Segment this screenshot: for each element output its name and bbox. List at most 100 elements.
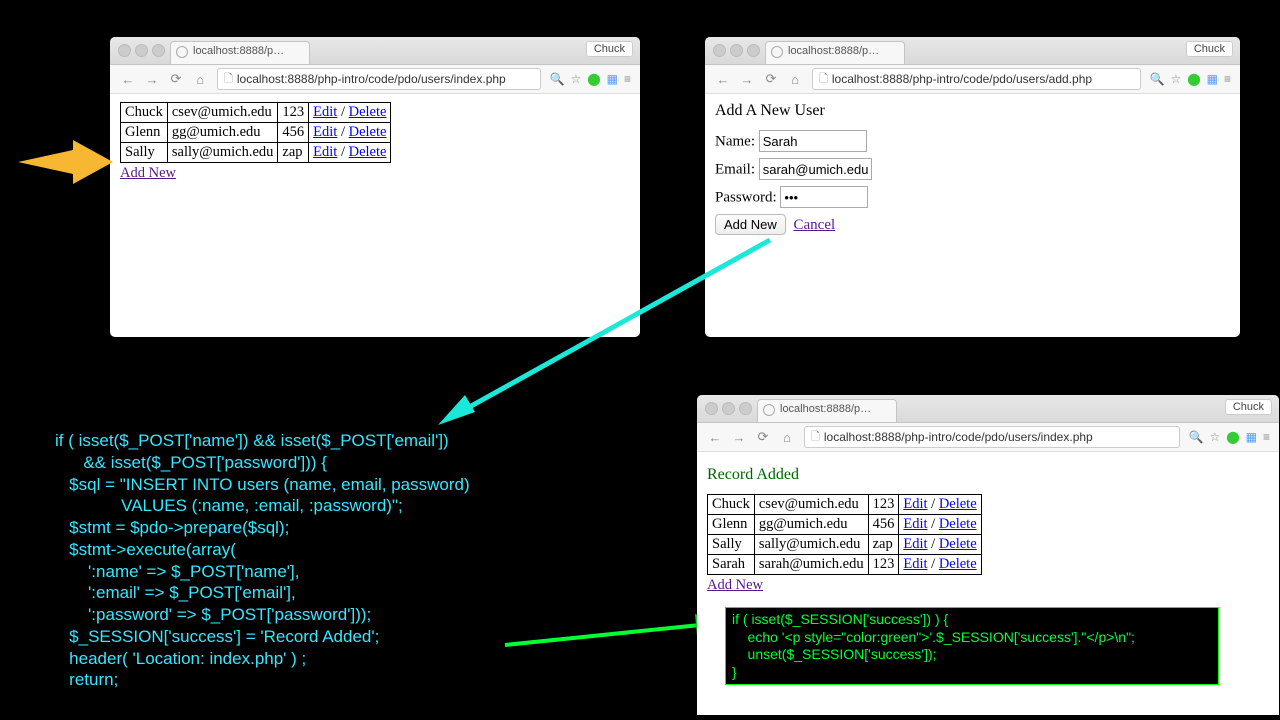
menu-icon[interactable]: ≡ bbox=[1263, 430, 1270, 444]
ext-icon[interactable]: ⬤ bbox=[587, 72, 600, 86]
cell-email: sally@umich.edu bbox=[167, 143, 278, 163]
edit-link[interactable]: Edit bbox=[903, 536, 927, 552]
cell-actions: Edit / Delete bbox=[899, 535, 981, 555]
toolbar-right: 🔍 ☆ ⬤ ▦ ≡ bbox=[546, 72, 634, 86]
cell-pw: 456 bbox=[278, 123, 309, 143]
traffic-lights[interactable] bbox=[705, 402, 756, 420]
star-icon[interactable]: ☆ bbox=[570, 72, 581, 86]
forward-icon[interactable]: → bbox=[144, 71, 160, 87]
forward-icon[interactable]: → bbox=[731, 429, 747, 445]
name-label: Name: bbox=[715, 134, 755, 150]
add-new-link[interactable]: Add New bbox=[707, 577, 763, 593]
reload-icon[interactable]: ⟳ bbox=[168, 71, 184, 87]
profile-button[interactable]: Chuck bbox=[1186, 41, 1233, 57]
back-icon[interactable]: ← bbox=[120, 71, 136, 87]
cell-pw: 123 bbox=[868, 495, 899, 515]
ext2-icon[interactable]: ▦ bbox=[607, 72, 618, 86]
cell-actions: Edit / Delete bbox=[899, 515, 981, 535]
home-icon[interactable]: ⌂ bbox=[779, 429, 795, 445]
traffic-lights[interactable] bbox=[118, 44, 169, 62]
delete-link[interactable]: Delete bbox=[939, 496, 977, 512]
page-content: Add A New User Name: Email: Password: Ad… bbox=[705, 94, 1240, 249]
cell-email: sally@umich.edu bbox=[754, 535, 868, 555]
submit-button[interactable]: Add New bbox=[715, 214, 786, 235]
cell-actions: Edit / Delete bbox=[309, 143, 391, 163]
yellow-arrow-icon bbox=[18, 140, 113, 185]
cell-name: Glenn bbox=[708, 515, 755, 535]
search-icon[interactable]: 🔍 bbox=[1188, 430, 1203, 444]
table-row: Glenngg@umich.edu456Edit / Delete bbox=[708, 515, 982, 535]
browser-tab[interactable]: localhost:8888/php-intr... bbox=[757, 399, 897, 422]
profile-button[interactable]: Chuck bbox=[586, 41, 633, 57]
cell-actions: Edit / Delete bbox=[309, 123, 391, 143]
browser-index-before: localhost:8888/php-intr... Chuck ← → ⟳ ⌂… bbox=[110, 37, 640, 337]
users-table: Chuckcsev@umich.edu123Edit / DeleteGlenn… bbox=[707, 494, 982, 575]
ext-icon[interactable]: ⬤ bbox=[1226, 430, 1239, 444]
edit-link[interactable]: Edit bbox=[903, 516, 927, 532]
ext-icon[interactable]: ⬤ bbox=[1187, 72, 1200, 86]
reload-icon[interactable]: ⟳ bbox=[755, 429, 771, 445]
php-session-code: if ( isset($_SESSION['success']) ) { ech… bbox=[732, 611, 1212, 681]
home-icon[interactable]: ⌂ bbox=[192, 71, 208, 87]
search-icon[interactable]: 🔍 bbox=[1149, 72, 1164, 86]
table-row: Sallysally@umich.eduzapEdit / Delete bbox=[708, 535, 982, 555]
browser-add-form: localhost:8888/php-intr... Chuck ← → ⟳ ⌂… bbox=[705, 37, 1240, 337]
add-new-link[interactable]: Add New bbox=[120, 165, 176, 181]
url-input[interactable]: 🗋localhost:8888/php-intro/code/pdo/users… bbox=[217, 68, 541, 90]
delete-link[interactable]: Delete bbox=[349, 104, 387, 120]
delete-link[interactable]: Delete bbox=[939, 516, 977, 532]
edit-link[interactable]: Edit bbox=[903, 496, 927, 512]
cell-name: Glenn bbox=[121, 123, 168, 143]
cell-pw: 456 bbox=[868, 515, 899, 535]
menu-icon[interactable]: ≡ bbox=[1224, 72, 1231, 86]
edit-link[interactable]: Edit bbox=[313, 124, 337, 140]
cell-name: Chuck bbox=[121, 103, 168, 123]
ext2-icon[interactable]: ▦ bbox=[1207, 72, 1218, 86]
cell-email: gg@umich.edu bbox=[754, 515, 868, 535]
cancel-link[interactable]: Cancel bbox=[794, 217, 836, 233]
edit-link[interactable]: Edit bbox=[313, 104, 337, 120]
cell-email: csev@umich.edu bbox=[167, 103, 278, 123]
profile-button[interactable]: Chuck bbox=[1225, 399, 1272, 415]
traffic-lights[interactable] bbox=[713, 44, 764, 62]
url-input[interactable]: 🗋localhost:8888/php-intro/code/pdo/users… bbox=[804, 426, 1180, 448]
cell-pw: zap bbox=[868, 535, 899, 555]
search-icon[interactable]: 🔍 bbox=[549, 72, 564, 86]
star-icon[interactable]: ☆ bbox=[1170, 72, 1181, 86]
ext2-icon[interactable]: ▦ bbox=[1246, 430, 1257, 444]
table-row: Glenngg@umich.edu456Edit / Delete bbox=[121, 123, 391, 143]
back-icon[interactable]: ← bbox=[715, 71, 731, 87]
delete-link[interactable]: Delete bbox=[939, 536, 977, 552]
browser-tab[interactable]: localhost:8888/php-intr... bbox=[170, 41, 310, 64]
cell-pw: zap bbox=[278, 143, 309, 163]
cell-email: gg@umich.edu bbox=[167, 123, 278, 143]
cell-name: Chuck bbox=[708, 495, 755, 515]
php-session-code-box: if ( isset($_SESSION['success']) ) { ech… bbox=[725, 607, 1219, 685]
cell-actions: Edit / Delete bbox=[899, 555, 981, 575]
email-field[interactable] bbox=[759, 158, 872, 180]
url-text: localhost:8888/php-intro/code/pdo/users/… bbox=[832, 72, 1092, 86]
cell-email: csev@umich.edu bbox=[754, 495, 868, 515]
table-row: Sarahsarah@umich.edu123Edit / Delete bbox=[708, 555, 982, 575]
page-icon: 🗋 bbox=[811, 428, 820, 447]
form-heading: Add A New User bbox=[715, 102, 1230, 120]
delete-link[interactable]: Delete bbox=[349, 144, 387, 160]
edit-link[interactable]: Edit bbox=[903, 556, 927, 572]
url-input[interactable]: 🗋localhost:8888/php-intro/code/pdo/users… bbox=[812, 68, 1141, 90]
titlebar: localhost:8888/php-intr... Chuck bbox=[110, 37, 640, 65]
name-field[interactable] bbox=[759, 130, 867, 152]
password-label: Password: bbox=[715, 190, 777, 206]
back-icon[interactable]: ← bbox=[707, 429, 723, 445]
toolbar-right: 🔍 ☆ ⬤ ▦ ≡ bbox=[1185, 430, 1273, 444]
titlebar: localhost:8888/php-intr... Chuck bbox=[705, 37, 1240, 65]
forward-icon[interactable]: → bbox=[739, 71, 755, 87]
password-field[interactable] bbox=[780, 186, 868, 208]
star-icon[interactable]: ☆ bbox=[1209, 430, 1220, 444]
home-icon[interactable]: ⌂ bbox=[787, 71, 803, 87]
delete-link[interactable]: Delete bbox=[939, 556, 977, 572]
menu-icon[interactable]: ≡ bbox=[624, 72, 631, 86]
edit-link[interactable]: Edit bbox=[313, 144, 337, 160]
reload-icon[interactable]: ⟳ bbox=[763, 71, 779, 87]
browser-tab[interactable]: localhost:8888/php-intr... bbox=[765, 41, 905, 64]
delete-link[interactable]: Delete bbox=[349, 124, 387, 140]
